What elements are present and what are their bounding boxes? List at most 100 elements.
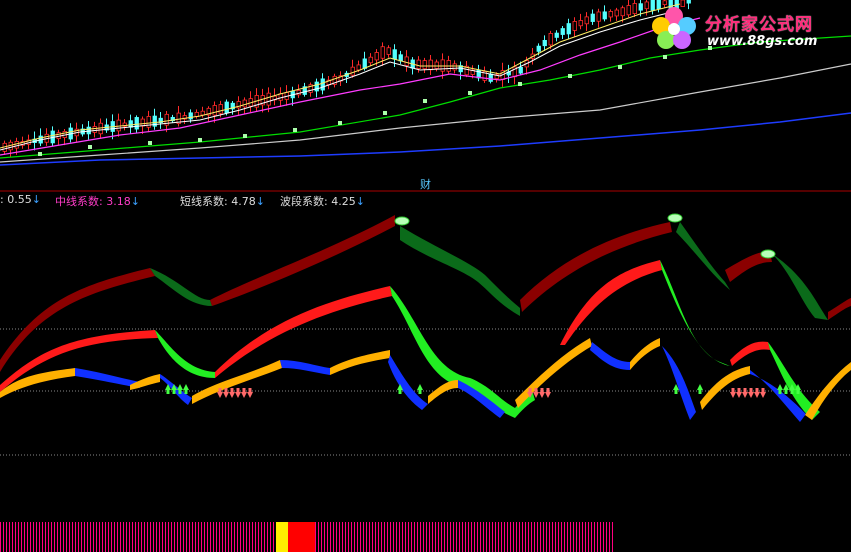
volume-bar <box>396 522 397 552</box>
volume-bar <box>513 522 514 552</box>
volume-bar <box>525 522 526 552</box>
volume-bar <box>567 522 568 552</box>
volume-bar <box>159 522 160 552</box>
volume-bar <box>252 522 253 552</box>
volume-bar <box>198 522 199 552</box>
candle-body <box>554 32 559 38</box>
volume-bar <box>393 522 394 552</box>
volume-bar <box>99 522 100 552</box>
candle-body <box>386 47 391 55</box>
volume-bar <box>483 522 484 552</box>
long-wave-down-1 <box>150 268 212 306</box>
volume-bar <box>210 522 211 552</box>
volume-bar <box>600 522 601 552</box>
candle-body <box>224 101 229 114</box>
candle-body <box>614 9 619 17</box>
volume-bar <box>495 522 496 552</box>
volume-bar <box>123 522 124 552</box>
candle-body <box>14 141 19 149</box>
volume-bar <box>24 522 25 552</box>
volume-bar <box>588 522 589 552</box>
volume-bar <box>405 522 406 552</box>
volume-bar <box>168 522 169 552</box>
candle-body <box>686 0 691 4</box>
volume-bar <box>189 522 190 552</box>
volume-bar <box>387 522 388 552</box>
volume-bar <box>474 522 475 552</box>
sell-arrow-icon <box>247 388 253 398</box>
volume-bar <box>351 522 352 552</box>
volume-bar <box>294 522 297 552</box>
volume-bar <box>303 522 306 552</box>
volume-bar <box>51 522 52 552</box>
volume-bar <box>456 522 457 552</box>
volume-bar <box>480 522 481 552</box>
volume-bar <box>489 522 490 552</box>
volume-bar <box>300 522 303 552</box>
volume-bar <box>390 522 391 552</box>
volume-bar <box>15 522 16 552</box>
candle-body <box>86 126 91 135</box>
candle-body <box>626 5 631 16</box>
watermark-url: www.88gs.com <box>707 34 818 49</box>
candle-body <box>242 99 247 108</box>
volume-bar <box>579 522 580 552</box>
volume-bar <box>87 522 88 552</box>
candle-body <box>584 16 589 25</box>
ma-marker <box>383 111 387 115</box>
mid-wave-up-4 <box>730 341 770 366</box>
candle-body <box>404 56 409 66</box>
volume-bar <box>363 522 364 552</box>
indicator-panel[interactable] <box>0 213 851 456</box>
volume-bar <box>555 522 556 552</box>
volume-bar <box>9 522 10 552</box>
volume-bar <box>585 522 586 552</box>
volume-bar <box>261 522 262 552</box>
sell-arrow-icon <box>545 388 551 398</box>
volume-bar <box>231 522 232 552</box>
volume-bar <box>417 522 418 552</box>
volume-bar <box>591 522 592 552</box>
volume-bar <box>135 522 136 552</box>
mid-wave-down-1 <box>155 330 215 378</box>
peak-marker-2 <box>667 213 683 223</box>
volume-bar <box>84 522 85 552</box>
volume-bar <box>276 522 279 552</box>
candle-body <box>200 110 205 116</box>
volume-bar <box>444 522 445 552</box>
volume-bar <box>291 522 294 552</box>
candle-body <box>428 59 433 71</box>
ma-marker <box>663 55 667 59</box>
volume-bar <box>336 522 337 552</box>
indicator-arrow-4: ↓ <box>355 195 365 208</box>
volume-bar <box>243 522 244 552</box>
short-wave-up-7 <box>630 338 660 370</box>
candle-body <box>422 60 427 70</box>
watermark-title: 分析家公式网 <box>705 15 813 35</box>
volume-bar <box>354 522 355 552</box>
candle-body <box>356 64 361 71</box>
volume-bar <box>30 522 31 552</box>
ma-marker <box>243 134 247 138</box>
volume-bar <box>465 522 466 552</box>
volume-bar <box>570 522 571 552</box>
volume-bar <box>321 522 322 552</box>
candle-body <box>278 93 283 101</box>
volume-bar <box>327 522 328 552</box>
buy-arrow-icon <box>417 384 423 394</box>
candle-body <box>266 92 271 106</box>
volume-bar <box>171 522 172 552</box>
peak-marker-3 <box>760 249 776 259</box>
volume-bar <box>441 522 442 552</box>
volume-bar <box>222 522 223 552</box>
volume-bar <box>426 522 427 552</box>
volume-bar <box>519 522 520 552</box>
volume-bar <box>516 522 517 552</box>
volume-bar <box>264 522 265 552</box>
volume-bar <box>609 522 610 552</box>
volume-bar <box>549 522 550 552</box>
indicator-value-4: : 4.25 <box>324 195 356 208</box>
sell-arrow-icon <box>742 388 748 398</box>
long-wave-up-1 <box>0 268 155 372</box>
ma-marker <box>568 74 572 78</box>
